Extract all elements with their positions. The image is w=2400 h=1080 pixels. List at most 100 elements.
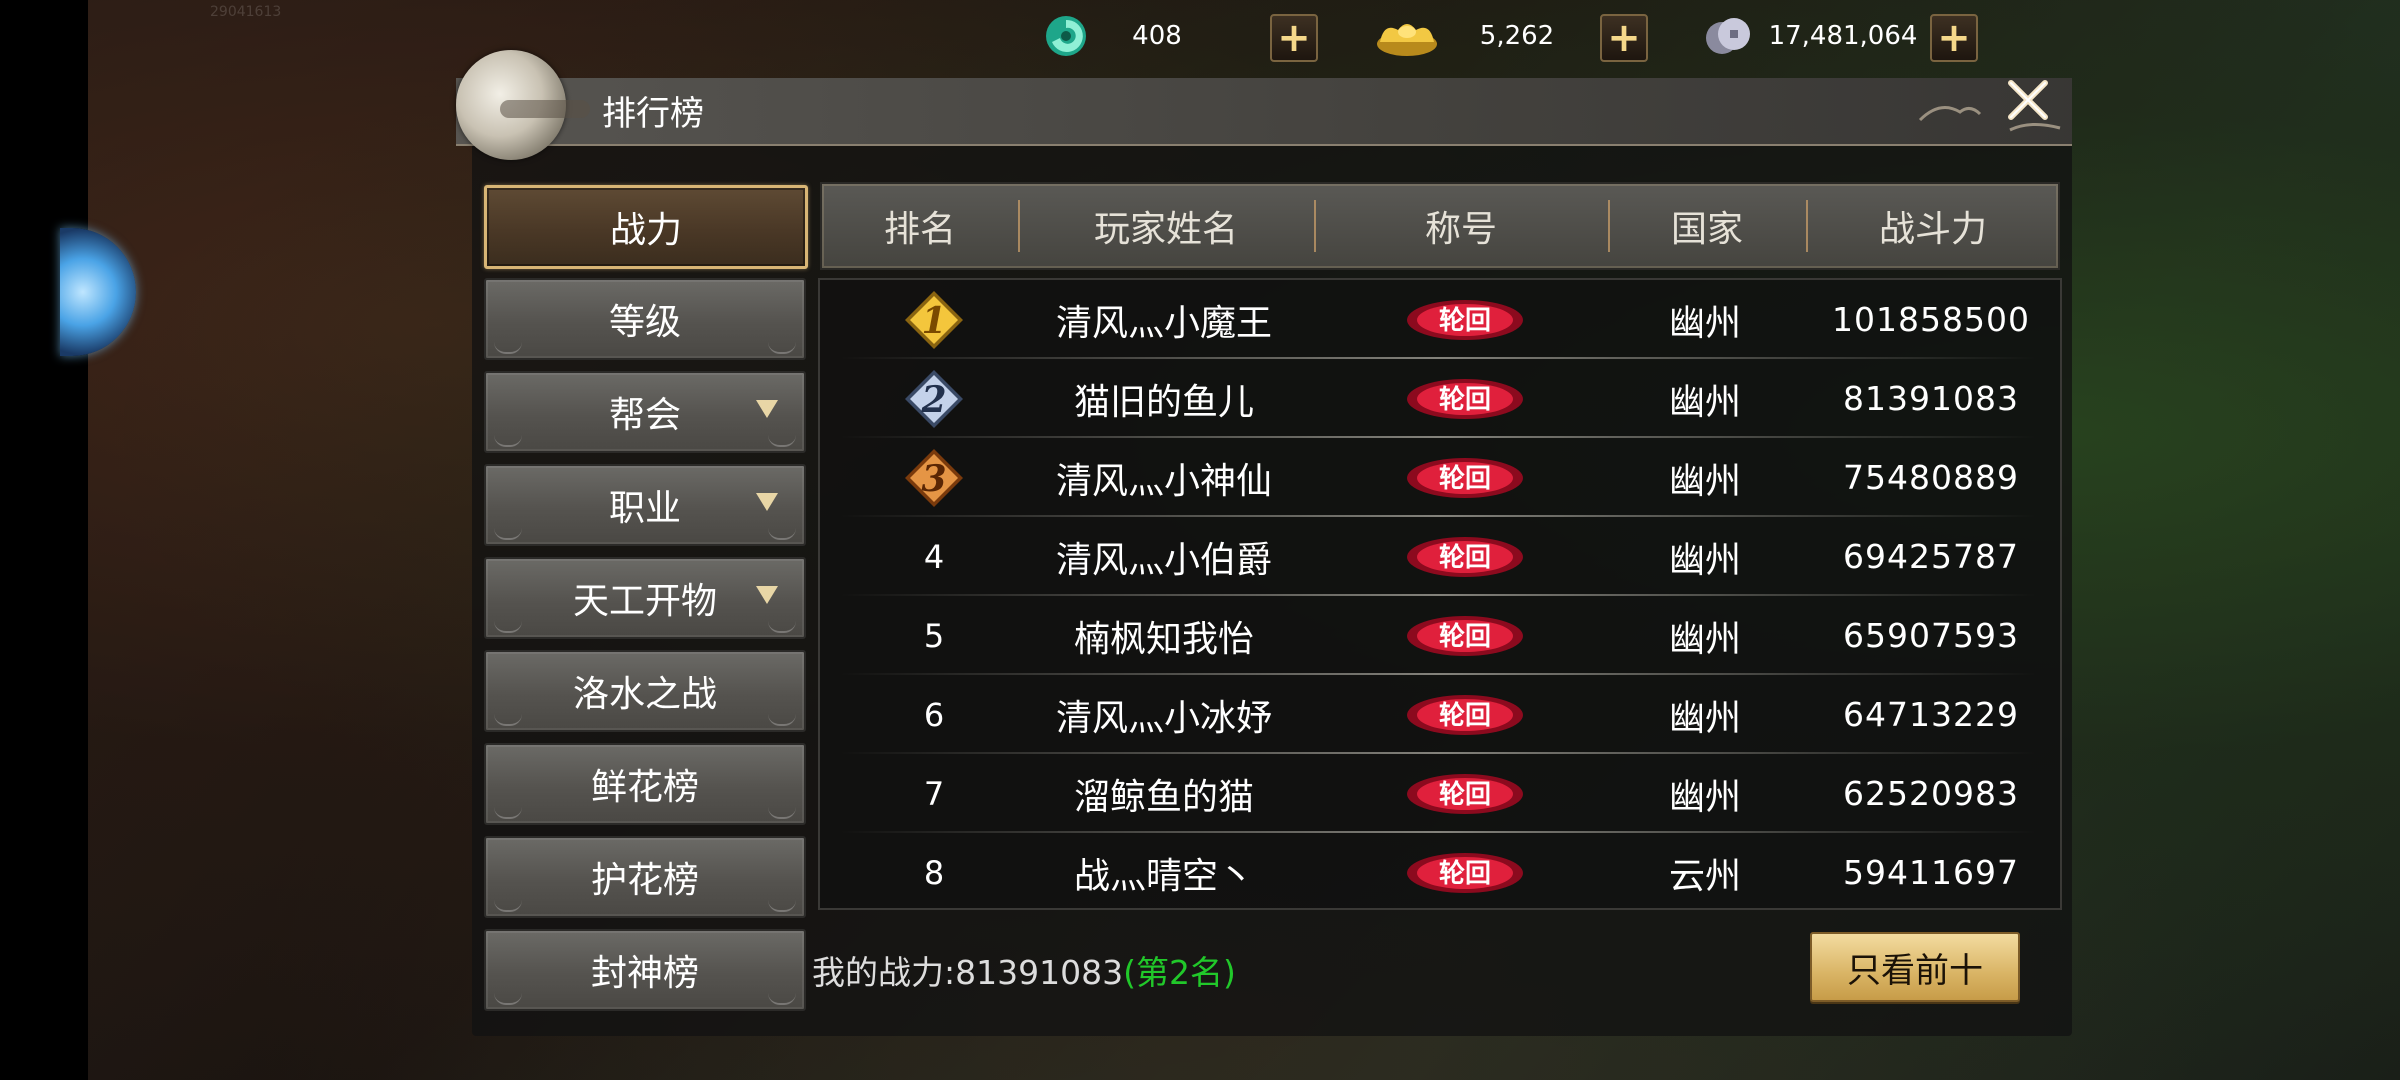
plus-icon: + (1937, 15, 1971, 61)
category-profession[interactable]: 职业 (484, 464, 806, 546)
header-title: 称号 (1424, 209, 1497, 250)
screen-left-edge (0, 0, 88, 1080)
rank-number: 4 (923, 537, 945, 576)
rank-1-medal-icon: 1 (900, 280, 968, 359)
table-row[interactable]: 5 楠枫知我怡 轮回 幽州 65907593 (820, 596, 2056, 675)
player-name: 溜鲸鱼的猫 (1073, 776, 1254, 818)
country: 幽州 (1668, 618, 1741, 660)
category-level[interactable]: 等级 (484, 278, 806, 360)
combat-power-value: 81391083 (1843, 379, 2019, 418)
rank-3-medal-icon: 3 (900, 438, 968, 517)
svg-text:轮回: 轮回 (1439, 464, 1491, 494)
title-badge: 轮回 (1400, 675, 1530, 754)
country: 幽州 (1668, 460, 1741, 502)
jade-icon (1040, 10, 1092, 62)
svg-text:轮回: 轮回 (1439, 385, 1491, 415)
title-badge: 轮回 (1400, 517, 1530, 596)
rank-number: 5 (923, 616, 945, 655)
title-cloud-swirl (500, 100, 590, 118)
category-label: 封神榜 (590, 953, 699, 994)
table-row[interactable]: 3 清风灬小神仙 轮回 幽州 75480889 (820, 438, 2056, 517)
svg-text:轮回: 轮回 (1439, 306, 1491, 336)
country: 幽州 (1668, 539, 1741, 581)
category-label: 职业 (608, 488, 681, 529)
jade-amount: 408 (1132, 21, 1182, 51)
title-badge: 轮回 (1400, 280, 1530, 359)
category-flower-ranking[interactable]: 鲜花榜 (484, 743, 806, 825)
gold-ingot-icon (1372, 10, 1442, 62)
combat-power-value: 101858500 (1832, 300, 2030, 339)
category-guild[interactable]: 帮会 (484, 371, 806, 453)
svg-text:轮回: 轮回 (1439, 543, 1491, 573)
rank-2-medal-icon: 2 (900, 359, 968, 438)
country: 幽州 (1668, 381, 1741, 423)
category-label: 等级 (608, 302, 681, 343)
add-jade-button[interactable]: + (1270, 14, 1318, 62)
plus-icon: + (1277, 15, 1311, 61)
add-silver-button[interactable]: + (1930, 14, 1978, 62)
combat-power-value: 62520983 (1843, 774, 2019, 813)
table-row[interactable]: 6 清风灬小冰妤 轮回 幽州 64713229 (820, 675, 2056, 754)
category-label: 护花榜 (590, 860, 699, 901)
dropdown-arrow-icon (756, 493, 778, 511)
add-gold-button[interactable]: + (1600, 14, 1648, 62)
player-name: 清风灬小伯爵 (1055, 539, 1272, 581)
category-luoshui-battle[interactable]: 洛水之战 (484, 650, 806, 732)
category-flower-guardian-ranking[interactable]: 护花榜 (484, 836, 806, 918)
category-crafting[interactable]: 天工开物 (484, 557, 806, 639)
header-rank: 排名 (883, 209, 956, 250)
table-row[interactable]: 1 清风灬小魔王 轮回 幽州 101858500 (820, 280, 2056, 359)
plus-icon: + (1607, 15, 1641, 61)
show-top10-button[interactable]: 只看前十 (1810, 932, 2020, 1002)
my-combat-power: 我的战力:81391083(第2名) (812, 946, 1236, 994)
ranking-table-header: 排名 玩家姓名 称号 国家 战斗力 (820, 182, 2060, 270)
svg-text:轮回: 轮回 (1439, 780, 1491, 810)
combat-power-value: 59411697 (1843, 853, 2019, 892)
country: 幽州 (1668, 302, 1741, 344)
title-badge: 轮回 (1400, 596, 1530, 675)
category-combat-power[interactable]: 战力 (484, 185, 808, 269)
table-row[interactable]: 2 猫旧的鱼儿 轮回 幽州 81391083 (820, 359, 2056, 438)
category-label: 战力 (609, 210, 682, 251)
player-name: 楠枫知我怡 (1073, 618, 1254, 660)
currency-silver: 17,481,064 (1700, 10, 1926, 62)
my-power-label: 我的战力:81391083 (812, 953, 1124, 992)
player-name: 清风灬小冰妤 (1055, 697, 1272, 739)
combat-power-value: 75480889 (1843, 458, 2019, 497)
rank-number: 7 (923, 774, 945, 813)
my-rank: (第2名) (1123, 953, 1236, 992)
title-badge: 轮回 (1400, 438, 1530, 517)
rank-number: 8 (923, 853, 945, 892)
header-combat-power: 战斗力 (1878, 209, 1987, 250)
close-button[interactable] (2004, 76, 2052, 124)
player-name: 猫旧的鱼儿 (1073, 381, 1254, 423)
country: 幽州 (1668, 776, 1741, 818)
combat-power-value: 64713229 (1843, 695, 2019, 734)
table-row[interactable]: 4 清风灬小伯爵 轮回 幽州 69425787 (820, 517, 2056, 596)
silver-coin-icon (1700, 10, 1760, 62)
currency-gold: 5,262 (1372, 10, 1592, 62)
watermark-id: 29041613 (210, 4, 282, 20)
dropdown-arrow-icon (756, 400, 778, 418)
svg-text:2: 2 (920, 379, 946, 421)
table-row[interactable]: 7 溜鲸鱼的猫 轮回 幽州 62520983 (820, 754, 2056, 833)
category-label: 鲜花榜 (590, 767, 699, 808)
title-badge: 轮回 (1400, 754, 1530, 833)
country: 幽州 (1668, 697, 1741, 739)
title-badge: 轮回 (1400, 833, 1530, 912)
title-badge: 轮回 (1400, 359, 1530, 438)
player-name: 清风灬小神仙 (1055, 460, 1272, 502)
category-label: 天工开物 (572, 581, 717, 622)
category-deity-ranking[interactable]: 封神榜 (484, 929, 806, 1011)
svg-text:轮回: 轮回 (1439, 859, 1491, 889)
country: 云州 (1668, 855, 1741, 897)
table-row[interactable]: 8 战灬晴空丶 轮回 云州 59411697 (820, 833, 2056, 912)
gold-amount: 5,262 (1479, 21, 1555, 51)
svg-text:轮回: 轮回 (1439, 701, 1491, 731)
combat-power-value: 69425787 (1843, 537, 2019, 576)
header-player-name: 玩家姓名 (1093, 209, 1238, 250)
silver-amount: 17,481,064 (1768, 21, 1918, 51)
svg-text:1: 1 (921, 300, 946, 342)
dropdown-arrow-icon (756, 586, 778, 604)
category-label: 洛水之战 (572, 674, 717, 715)
